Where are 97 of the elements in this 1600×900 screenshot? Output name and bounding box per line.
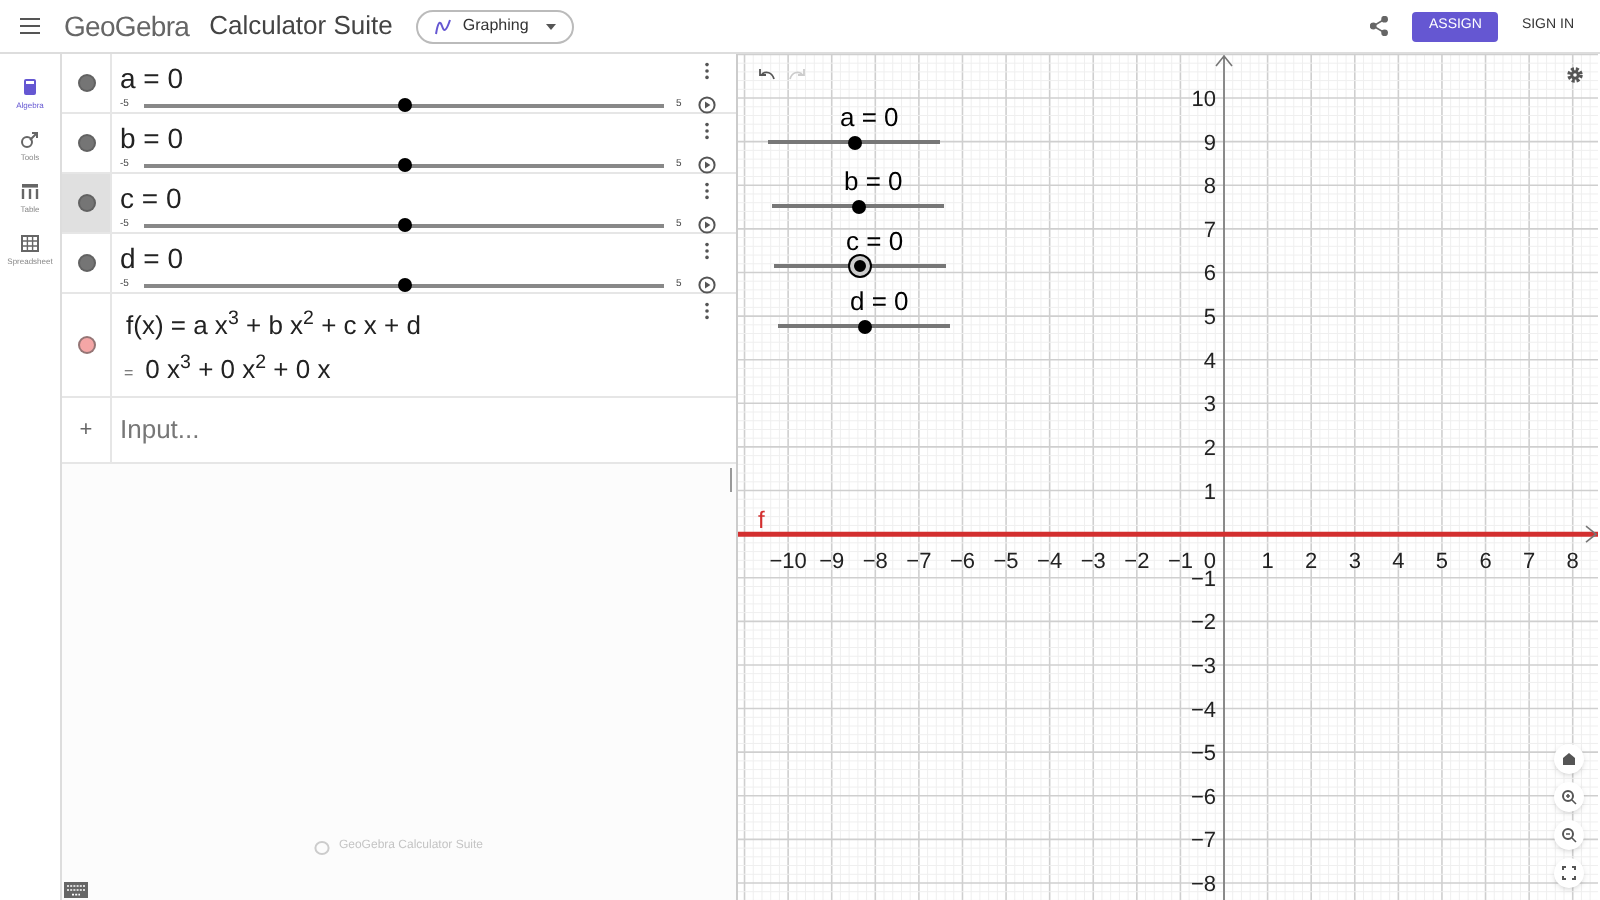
logo: GeoGebra — [64, 7, 190, 45]
expression[interactable]: d = 0 — [120, 234, 736, 272]
calculator-icon — [19, 78, 40, 98]
tick-label: −2 — [1124, 550, 1150, 575]
tick-label: 3 — [1203, 393, 1216, 418]
tick-label: −3 — [1190, 654, 1216, 679]
tick-label: 10 — [1191, 88, 1216, 113]
slider-thumb[interactable] — [397, 157, 411, 171]
caret-icon — [546, 23, 557, 29]
more-icon[interactable] — [704, 62, 710, 80]
slider-thumb[interactable] — [857, 319, 871, 333]
tick-label: 6 — [1203, 262, 1216, 287]
tick-label: −8 — [862, 550, 888, 575]
slider-label[interactable]: b = 0 — [844, 168, 903, 194]
table-icon — [20, 182, 40, 202]
expression[interactable]: c = 0 — [120, 174, 736, 212]
result: 0 x$^{3}$ + 0 x$^{2}$ + 0 x — [145, 356, 331, 382]
logo-icon — [314, 839, 331, 855]
grid-icon — [20, 234, 40, 254]
tick-label: −6 — [949, 550, 976, 575]
tick-label: 2 — [1203, 436, 1216, 461]
tick-label: 7 — [1203, 218, 1216, 243]
function-label: f — [758, 506, 765, 535]
more-icon[interactable] — [704, 242, 710, 260]
slider-thumb[interactable] — [850, 256, 870, 276]
x-axis-arrowhead — [1585, 525, 1598, 543]
more-icon[interactable] — [704, 182, 710, 200]
graph-icon — [434, 17, 453, 35]
tick-label: −1 — [1167, 550, 1193, 575]
visibility-toggle[interactable] — [77, 254, 95, 272]
slider-thumb[interactable] — [847, 135, 861, 149]
tick-label: 4 — [1392, 550, 1405, 575]
home-button[interactable] — [1554, 744, 1584, 774]
slider-thumb[interactable] — [397, 277, 411, 291]
zoom-in-button[interactable] — [1554, 782, 1584, 812]
zoom-out-button[interactable] — [1554, 820, 1584, 850]
scrollbar[interactable] — [730, 468, 732, 492]
app-title: Calculator Suite — [209, 8, 393, 45]
expression[interactable]: a = 0 — [120, 54, 736, 92]
settings-icon[interactable] — [1566, 66, 1584, 84]
tick-label: 1 — [1261, 550, 1274, 575]
tick-label: 9 — [1203, 131, 1216, 156]
tick-label: 6 — [1479, 550, 1492, 575]
tick-label: 5 — [1435, 550, 1449, 575]
slider-thumb[interactable] — [397, 97, 411, 111]
play-icon[interactable] — [697, 96, 716, 114]
visibility-toggle[interactable] — [77, 336, 95, 354]
tick-label: −7 — [1190, 829, 1216, 854]
tick-label: −4 — [1037, 550, 1063, 575]
tick-label: −4 — [1190, 698, 1216, 723]
play-icon[interactable] — [697, 276, 716, 294]
tick-label: 2 — [1305, 550, 1318, 575]
tick-label: −5 — [993, 550, 1019, 575]
slider-thumb[interactable] — [851, 199, 865, 213]
tick-label: −2 — [1190, 611, 1216, 636]
visibility-toggle[interactable] — [77, 134, 95, 152]
play-icon[interactable] — [697, 216, 716, 234]
slider-label[interactable]: a = 0 — [840, 104, 899, 130]
fullscreen-icon — [1560, 864, 1578, 882]
tick-label: −7 — [906, 550, 932, 575]
keyboard-icon[interactable] — [64, 882, 88, 898]
tick-label: 8 — [1203, 175, 1216, 200]
row-marker[interactable] — [62, 174, 110, 232]
home-icon — [1560, 750, 1578, 768]
tick-label: 4 — [1203, 349, 1216, 374]
slider-label[interactable]: d = 0 — [850, 288, 909, 314]
expression[interactable]: f(x) = a x$^{3}$ + b x$^{2}$ + c x + d — [120, 294, 736, 338]
more-icon[interactable] — [704, 302, 710, 320]
tick-label: −8 — [1190, 873, 1216, 897]
tick-label: −5 — [1190, 742, 1216, 767]
menu-icon[interactable] — [20, 18, 40, 34]
tick-label: −3 — [1080, 550, 1106, 575]
slider-thumb[interactable] — [397, 217, 411, 231]
tick-label: 3 — [1348, 550, 1361, 575]
function-graph[interactable] — [738, 531, 1598, 537]
zoom-in-icon — [1560, 788, 1578, 806]
tick-label: −10 — [769, 550, 807, 575]
tick-label: 8 — [1566, 550, 1579, 575]
zoom-out-icon — [1560, 826, 1578, 844]
more-icon[interactable] — [704, 122, 710, 140]
app-switcher[interactable]: Graphing — [416, 9, 575, 43]
undo-icon[interactable] — [758, 68, 776, 80]
visibility-toggle[interactable] — [77, 74, 95, 92]
visibility-toggle[interactable] — [77, 194, 95, 212]
tick-label: 1 — [1203, 480, 1216, 505]
tick-label: −9 — [819, 550, 845, 575]
plus-icon[interactable]: + — [79, 413, 93, 447]
equals-sign: = — [124, 362, 134, 386]
expression[interactable]: b = 0 — [120, 114, 736, 152]
slider-label[interactable]: c = 0 — [846, 228, 904, 254]
tick-label: 5 — [1203, 306, 1216, 331]
tick-label: 7 — [1523, 550, 1536, 575]
share-icon[interactable] — [1370, 16, 1389, 36]
tick-label: −1 — [1190, 567, 1216, 592]
fullscreen-button[interactable] — [1554, 858, 1584, 888]
tick-label: −6 — [1190, 785, 1216, 810]
play-icon[interactable] — [697, 156, 716, 174]
